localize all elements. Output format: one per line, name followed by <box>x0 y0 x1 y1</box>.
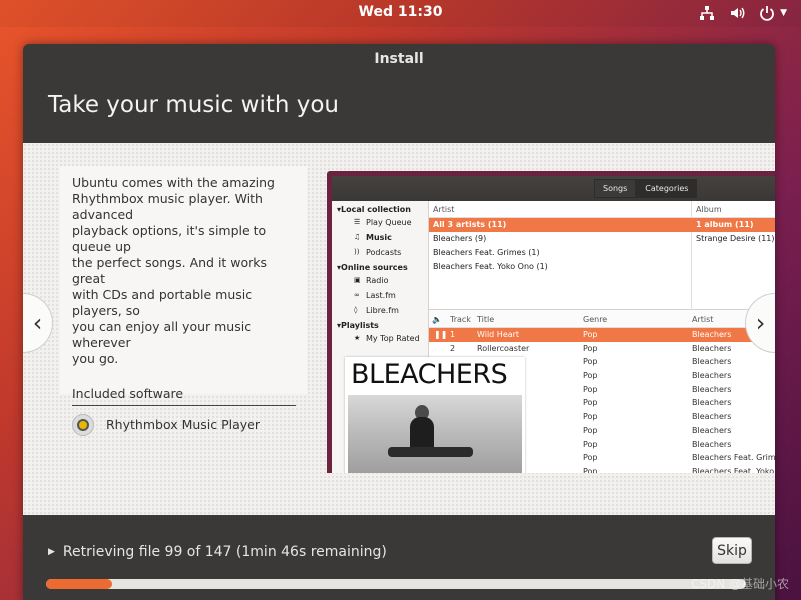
status-area[interactable]: ▶ Retrieving file 99 of 147 (1min 46s re… <box>48 544 387 560</box>
page-title: Take your music with you <box>48 92 340 118</box>
title-column-header: Title <box>477 315 495 324</box>
description-card: Ubuntu comes with the amazing Rhythmbox … <box>60 166 307 436</box>
power-icon[interactable] <box>758 4 776 22</box>
genre-column-header: Genre <box>583 315 608 324</box>
sidebar-item-librefm: ◊ Libre.fm <box>354 306 399 315</box>
pause-icon: ❚❚ <box>434 330 448 339</box>
sidebar-item-lastfm: ∞ Last.fm <box>354 291 396 300</box>
queue-icon: ☰ <box>354 218 361 226</box>
sidebar-item-podcasts: )) Podcasts <box>354 248 402 257</box>
table-cell-artist: Bleachers <box>692 425 732 435</box>
table-cell-title: Rollercoaster <box>477 343 530 353</box>
speaker-icon: 🔈 <box>432 315 442 324</box>
podcast-icon: )) <box>354 248 360 256</box>
radio-icon: ▣ <box>354 276 361 284</box>
table-cell-genre: Pop <box>583 425 598 435</box>
list-item: Bleachers Feat. Yoko Ono (1) <box>433 262 548 271</box>
table-cell-genre: Pop <box>583 412 598 422</box>
album-column-header: Album <box>696 205 722 214</box>
previous-slide-button[interactable]: ‹ <box>23 293 53 353</box>
top-panel: Wed 11:30 ▼ <box>0 0 801 27</box>
table-cell-artist: Bleachers <box>692 384 732 394</box>
table-cell-genre: Pop <box>583 357 598 367</box>
artist-column-header: Artist <box>692 315 714 324</box>
sidebar-heading-local: Local collection <box>332 201 428 214</box>
table-cell-artist: Bleachers <box>692 412 732 422</box>
rhythmbox-icon <box>72 414 94 436</box>
table-cell-track: 1 <box>450 330 456 339</box>
table-cell-artist: Bleachers <box>692 343 732 353</box>
table-row: ❚❚ 1 Wild Heart Pop Bleachers <box>429 328 775 342</box>
table-cell-title: Wild Heart <box>477 330 520 339</box>
table-cell-genre: Pop <box>583 453 598 463</box>
list-item: All 3 artists (11) 1 album (11) <box>429 218 775 232</box>
progress-fill <box>46 579 112 589</box>
table-cell-artist: Bleachers <box>692 398 732 408</box>
app-header-bar: Songs Categories <box>332 176 775 201</box>
window-title: Install <box>374 51 424 67</box>
track-column-header: Track <box>450 315 471 324</box>
rhythmbox-window: Songs Categories Local collection ☰Play … <box>332 176 775 473</box>
rhythmbox-screenshot: Songs Categories Local collection ☰Play … <box>327 171 775 473</box>
table-cell-genre: Pop <box>583 343 598 353</box>
watermark: CSDN @基础小农 <box>690 577 789 591</box>
included-software-heading: Included software <box>72 386 296 406</box>
table-cell-genre: Pop <box>583 398 598 408</box>
clock[interactable]: Wed 11:30 <box>0 4 801 20</box>
music-note-icon: ♫ <box>354 233 361 241</box>
album-title: BLEACHERS <box>351 359 508 390</box>
chevron-left-icon: ‹ <box>32 309 43 337</box>
sidebar-heading-online: Online sources <box>332 259 428 272</box>
librefm-icon: ◊ <box>354 306 358 314</box>
sidebar-item-top-rated: ★ My Top Rated <box>354 334 420 343</box>
description-text: Ubuntu comes with the amazing Rhythmbox … <box>72 175 275 366</box>
table-cell-genre: Pop <box>583 466 598 473</box>
skip-button[interactable]: Skip <box>712 537 752 564</box>
star-icon: ★ <box>354 334 361 342</box>
table-cell-genre: Pop <box>583 330 598 339</box>
volume-icon[interactable] <box>728 4 746 22</box>
installer-window: Install Take your music with you Ubuntu … <box>23 44 775 600</box>
list-item: Bleachers Feat. Grimes (1) <box>433 248 540 257</box>
table-row: 2 Rollercoaster Pop Bleachers <box>429 342 775 356</box>
system-tray[interactable]: ▼ <box>698 4 787 22</box>
sidebar-item-radio: ▣ Radio <box>354 276 389 285</box>
table-cell-artist: Bleachers <box>692 357 732 367</box>
tab-songs: Songs <box>594 179 637 198</box>
software-item: Rhythmbox Music Player <box>72 414 295 436</box>
chevron-right-icon: › <box>755 309 766 337</box>
list-item: Bleachers (9) Strange Desire (11) <box>433 234 775 243</box>
table-cell-artist: Bleachers Feat. Yoko <box>692 466 775 473</box>
sidebar-item-play-queue: ☰ Play Queue <box>354 218 412 227</box>
status-text: Retrieving file 99 of 147 (1min 46s rema… <box>62 544 387 560</box>
table-cell-genre: Pop <box>583 384 598 394</box>
progress-bar <box>46 579 746 589</box>
table-cell-artist: Bleachers <box>692 330 732 339</box>
sidebar-item-music: ♫ Music <box>354 233 392 242</box>
network-icon[interactable] <box>698 4 716 22</box>
slideshow: Ubuntu comes with the amazing Rhythmbox … <box>23 143 775 515</box>
table-cell-genre: Pop <box>583 371 598 381</box>
table-cell-artist: Bleachers <box>692 371 732 381</box>
chevron-down-icon[interactable]: ▼ <box>780 8 787 18</box>
artist-column-header: Artist <box>433 205 455 214</box>
table-cell-artist: Bleachers Feat. Grime <box>692 453 775 463</box>
tab-categories: Categories <box>636 179 698 198</box>
table-cell-artist: Bleachers <box>692 439 732 449</box>
expander-icon[interactable]: ▶ <box>48 547 55 557</box>
sidebar-heading-playlists: Playlists <box>332 317 428 330</box>
software-name: Rhythmbox Music Player <box>106 417 261 432</box>
album-cover: BLEACHERS <box>345 357 525 473</box>
table-cell-track: 2 <box>450 343 456 353</box>
album-photo <box>348 395 522 473</box>
lastfm-icon: ∞ <box>354 291 360 299</box>
artist-album-browser: Artist Album All 3 artists (11) 1 album … <box>429 201 775 310</box>
table-cell-genre: Pop <box>583 439 598 449</box>
